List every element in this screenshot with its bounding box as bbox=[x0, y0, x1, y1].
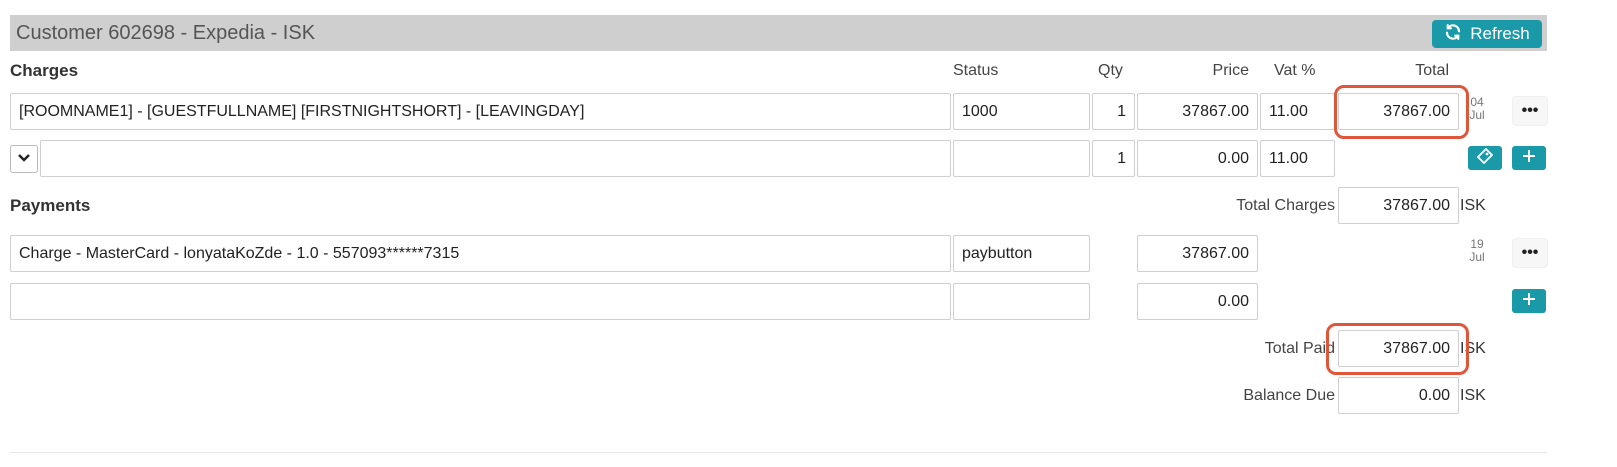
new-charge-qty-field[interactable]: 1 bbox=[1092, 140, 1135, 177]
charge-tag-button[interactable] bbox=[1468, 146, 1502, 170]
chevron-down-icon bbox=[17, 150, 31, 168]
new-payment-amount-field[interactable]: 0.00 bbox=[1137, 283, 1258, 320]
status-column-header: Status bbox=[953, 62, 999, 79]
payment-date-month: Jul bbox=[1469, 250, 1485, 264]
tag-icon bbox=[1476, 147, 1494, 169]
total-charges-label: Total Charges bbox=[1236, 197, 1335, 214]
charge-more-options-button[interactable]: ••• bbox=[1512, 96, 1548, 126]
add-payment-button[interactable] bbox=[1512, 289, 1546, 313]
highlight-total-paid bbox=[1326, 323, 1469, 375]
charge-date: 04 Jul bbox=[1466, 96, 1488, 122]
charge-description-field[interactable]: [ROOMNAME1] - [GUESTFULLNAME] [FIRSTNIGH… bbox=[10, 93, 951, 130]
balance-due-value: 0.00 bbox=[1338, 377, 1459, 414]
charge-date-month: Jul bbox=[1469, 108, 1485, 122]
balance-due-label: Balance Due bbox=[1243, 387, 1335, 404]
charge-vat-field[interactable]: 11.00 bbox=[1260, 93, 1335, 130]
total-charges-value: 37867.00 bbox=[1338, 187, 1459, 224]
vat-column-header: Vat % bbox=[1274, 62, 1316, 79]
total-charges-currency: ISK bbox=[1460, 197, 1486, 214]
bottom-divider bbox=[10, 452, 1547, 453]
price-column-header: Price bbox=[1212, 62, 1249, 79]
total-column-header: Total bbox=[1415, 62, 1449, 79]
new-charge-vat-field[interactable]: 11.00 bbox=[1260, 140, 1335, 177]
refresh-button[interactable]: Refresh bbox=[1432, 20, 1542, 48]
highlight-charge-total bbox=[1334, 85, 1469, 139]
plus-icon bbox=[1522, 149, 1536, 168]
total-paid-label: Total Paid bbox=[1264, 340, 1335, 357]
payment-amount-field[interactable]: 37867.00 bbox=[1137, 235, 1258, 272]
new-payment-status-field[interactable] bbox=[953, 283, 1090, 320]
payment-more-options-button[interactable]: ••• bbox=[1512, 238, 1548, 268]
new-charge-description-field[interactable] bbox=[40, 140, 951, 177]
payment-description-field[interactable]: Charge - MasterCard - lonyataKoZde - 1.0… bbox=[10, 235, 951, 272]
charge-type-dropdown[interactable] bbox=[10, 145, 38, 173]
charge-status-field[interactable]: 1000 bbox=[953, 93, 1090, 130]
payment-status-field[interactable]: paybutton bbox=[953, 235, 1090, 272]
new-charge-price-field[interactable]: 0.00 bbox=[1137, 140, 1258, 177]
charge-qty-field[interactable]: 1 bbox=[1092, 93, 1135, 130]
refresh-label: Refresh bbox=[1470, 24, 1530, 43]
new-payment-description-field[interactable] bbox=[10, 283, 951, 320]
qty-column-header: Qty bbox=[1098, 62, 1123, 79]
balance-due-currency: ISK bbox=[1460, 387, 1486, 404]
ellipsis-icon: ••• bbox=[1521, 102, 1539, 119]
plus-icon bbox=[1522, 292, 1536, 311]
customer-title: Customer 602698 - Expedia - ISK bbox=[16, 22, 316, 44]
ellipsis-icon: ••• bbox=[1521, 244, 1539, 261]
new-charge-status-field[interactable] bbox=[953, 140, 1090, 177]
payments-section-label: Payments bbox=[10, 196, 91, 215]
add-charge-button[interactable] bbox=[1512, 146, 1546, 170]
charge-price-field[interactable]: 37867.00 bbox=[1137, 93, 1258, 130]
refresh-icon bbox=[1444, 23, 1462, 46]
payment-date: 19 Jul bbox=[1466, 238, 1488, 264]
charges-section-label: Charges bbox=[10, 61, 79, 80]
